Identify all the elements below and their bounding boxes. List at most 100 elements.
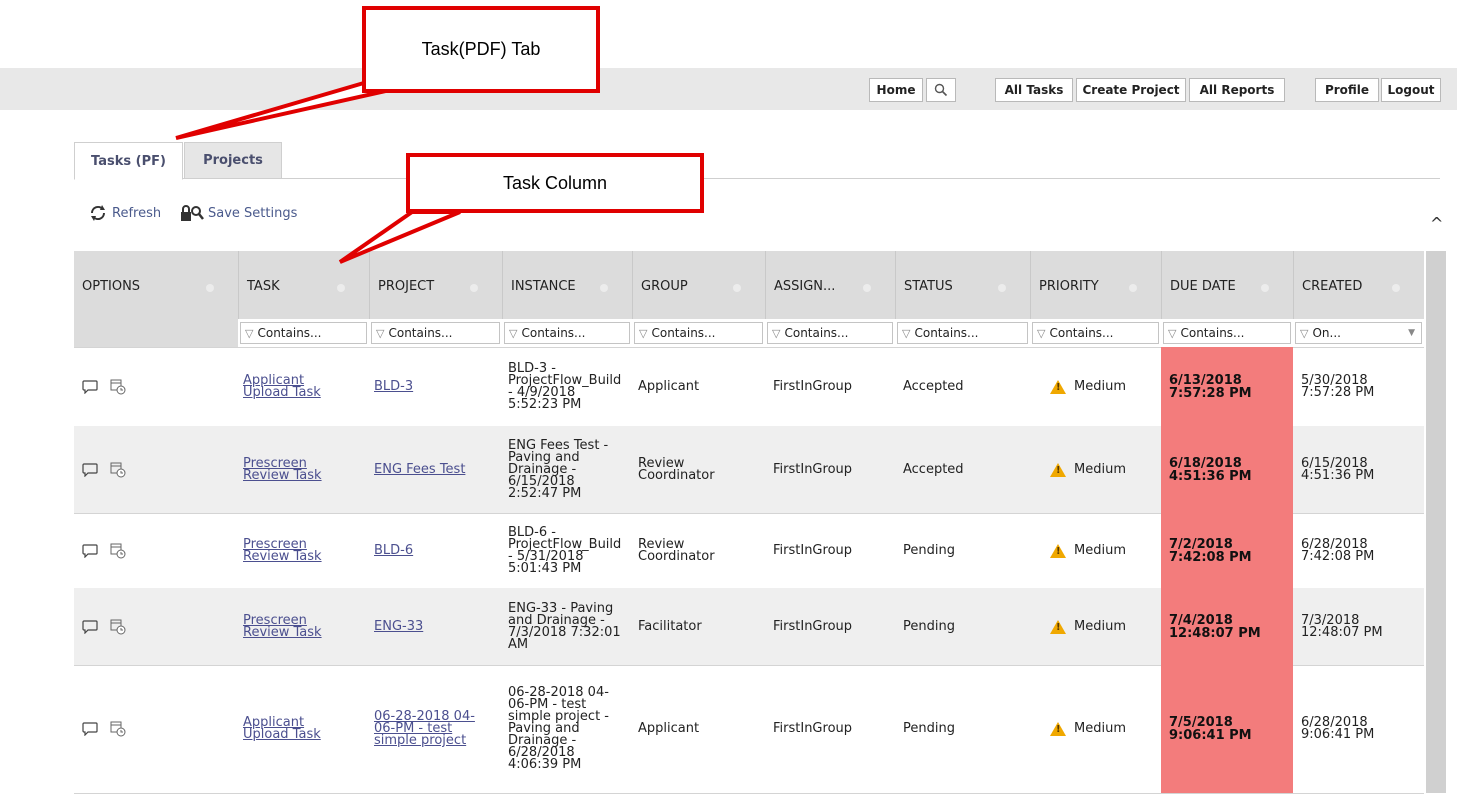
task-cell[interactable]: Applicant Upload Task xyxy=(238,347,369,426)
assign-value: FirstInGroup xyxy=(773,721,853,736)
filter-assign[interactable]: ▽ Contains... xyxy=(767,322,893,344)
group-cell: Applicant xyxy=(632,665,765,793)
all-reports-button[interactable]: All Reports xyxy=(1189,78,1285,102)
column-header-project[interactable]: PROJECT xyxy=(369,251,502,319)
status-cell: Accepted xyxy=(895,426,1030,513)
comment-icon[interactable] xyxy=(82,619,98,634)
refresh-label: Refresh xyxy=(112,205,162,221)
task-cell[interactable]: Applicant Upload Task xyxy=(238,665,369,793)
column-header-group[interactable]: GROUP xyxy=(632,251,765,319)
project-line: BLD-6 xyxy=(374,542,414,558)
filter-priority[interactable]: ▽ Contains... xyxy=(1032,322,1159,344)
filter-icon: ▽ xyxy=(639,326,648,340)
assign-value: FirstInGroup xyxy=(773,542,853,558)
table-row[interactable]: Applicant Upload Task BLD-3 BLD-3 - ProjectF… xyxy=(74,347,1424,427)
column-menu-icon[interactable] xyxy=(470,284,478,292)
dropdown-arrow-icon[interactable]: ▼ xyxy=(1408,328,1415,338)
group-line: Coordinator xyxy=(638,467,715,483)
assign-cell: FirstInGroup xyxy=(765,665,895,793)
filter-project[interactable]: ▽ Contains... xyxy=(371,322,500,344)
table-row[interactable]: Prescreen Review Task BLD-6 BLD-6 - ProjectF… xyxy=(74,513,1424,589)
column-menu-icon[interactable] xyxy=(337,284,345,292)
instance-text: 06-28-2018 04- 06-PM - test simple project… xyxy=(508,686,609,771)
created-text: 7/3/2018 12:48:07 PM xyxy=(1301,614,1383,639)
project-cell[interactable]: ENG Fees Test xyxy=(369,426,502,513)
due-line: 7/2/2018 xyxy=(1169,536,1233,552)
filter-status[interactable]: ▽ Contains... xyxy=(897,322,1028,344)
comment-icon[interactable] xyxy=(82,722,98,736)
column-label: STATUS xyxy=(904,279,953,294)
search-button[interactable] xyxy=(926,78,956,102)
column-header-priority[interactable]: PRIORITY xyxy=(1030,251,1161,319)
vertical-scrollbar[interactable] xyxy=(1426,251,1446,793)
comment-icon[interactable] xyxy=(82,543,98,558)
tab-projects[interactable]: Projects xyxy=(184,142,282,179)
schedule-icon[interactable] xyxy=(110,543,126,559)
create-project-button[interactable]: Create Project xyxy=(1076,78,1186,102)
due-cell: 7/2/2018 7:42:08 PM xyxy=(1161,513,1293,588)
due-line: 7:42:08 PM xyxy=(1169,549,1252,565)
table-row[interactable]: Prescreen Review Task ENG-33 ENG-33 - Pavin… xyxy=(74,588,1424,666)
task-cell[interactable]: Prescreen Review Task xyxy=(238,426,369,513)
filter-task[interactable]: ▽ Contains... xyxy=(240,322,367,344)
column-menu-icon[interactable] xyxy=(1261,284,1269,292)
column-menu-icon[interactable] xyxy=(206,284,214,292)
profile-button[interactable]: Profile xyxy=(1315,78,1379,102)
column-header-options[interactable]: OPTIONS xyxy=(74,251,238,319)
grid-header: OPTIONS TASK PROJECT INSTANCE GROUP ASSI… xyxy=(74,251,1424,319)
column-menu-icon[interactable] xyxy=(998,284,1006,292)
created-cell: 6/15/2018 4:51:36 PM xyxy=(1293,426,1424,513)
project-cell[interactable]: 06-28-2018 04- 06-PM - test simple project xyxy=(369,665,502,793)
column-menu-icon[interactable] xyxy=(863,284,871,292)
filter-group[interactable]: ▽ Contains... xyxy=(634,322,763,344)
home-button[interactable]: Home xyxy=(869,78,923,102)
save-settings-button[interactable]: Save Settings xyxy=(180,204,297,222)
column-header-instance[interactable]: INSTANCE xyxy=(502,251,632,319)
project-cell[interactable]: ENG-33 xyxy=(369,588,502,665)
tab-tasks-pf[interactable]: Tasks (PF) xyxy=(74,142,183,180)
project-cell[interactable]: BLD-3 xyxy=(369,347,502,426)
due-cell: 6/18/2018 4:51:36 PM xyxy=(1161,426,1293,513)
project-cell[interactable]: BLD-6 xyxy=(369,513,502,588)
task-text: Prescreen Review Task xyxy=(243,457,322,482)
priority-cell: Medium xyxy=(1030,426,1161,513)
task-cell[interactable]: Prescreen Review Task xyxy=(238,513,369,588)
instance-cell: 06-28-2018 04- 06-PM - test simple project… xyxy=(502,665,632,793)
column-header-status[interactable]: STATUS xyxy=(895,251,1030,319)
comment-icon[interactable] xyxy=(82,379,98,394)
due-text: 7/2/2018 7:42:08 PM xyxy=(1169,538,1252,564)
column-menu-icon[interactable] xyxy=(733,284,741,292)
instance-line: 5:52:23 PM xyxy=(508,396,582,412)
schedule-icon[interactable] xyxy=(110,462,126,478)
scroll-up-icon[interactable]: ^ xyxy=(1430,214,1443,233)
schedule-icon[interactable] xyxy=(110,379,126,395)
logout-button[interactable]: Logout xyxy=(1381,78,1441,102)
task-cell[interactable]: Prescreen Review Task xyxy=(238,588,369,665)
column-label: PROJECT xyxy=(378,279,435,294)
filter-created[interactable]: ▽ On... ▼ xyxy=(1295,322,1422,344)
schedule-icon[interactable] xyxy=(110,619,126,635)
group-cell: Facilitator xyxy=(632,588,765,665)
column-header-due-date[interactable]: DUE DATE xyxy=(1161,251,1293,319)
table-row[interactable]: Applicant Upload Task 06-28-2018 04- 06-PM … xyxy=(74,665,1424,794)
column-header-assign[interactable]: ASSIGN... xyxy=(765,251,895,319)
table-row[interactable]: Prescreen Review Task ENG Fees Test ENG Fee… xyxy=(74,426,1424,514)
comment-icon[interactable] xyxy=(82,462,98,477)
column-menu-icon[interactable] xyxy=(1392,284,1400,292)
all-tasks-button[interactable]: All Tasks xyxy=(995,78,1073,102)
due-line: 7/4/2018 xyxy=(1169,612,1233,628)
options-cell xyxy=(74,347,238,426)
priority-label: Medium xyxy=(1074,618,1126,634)
filter-instance[interactable]: ▽ Contains... xyxy=(504,322,630,344)
created-text: 6/28/2018 9:06:41 PM xyxy=(1301,716,1374,741)
schedule-icon[interactable] xyxy=(110,721,126,737)
column-header-created[interactable]: CREATED xyxy=(1293,251,1424,319)
column-menu-icon[interactable] xyxy=(600,284,608,292)
filter-label: Contains... xyxy=(1180,326,1245,340)
column-menu-icon[interactable] xyxy=(1129,284,1137,292)
options-cell xyxy=(74,426,238,513)
column-header-task[interactable]: TASK xyxy=(238,251,369,319)
refresh-button[interactable]: Refresh xyxy=(88,204,161,222)
filter-icon: ▽ xyxy=(1037,326,1046,340)
filter-due-date[interactable]: ▽ Contains... xyxy=(1163,322,1291,344)
